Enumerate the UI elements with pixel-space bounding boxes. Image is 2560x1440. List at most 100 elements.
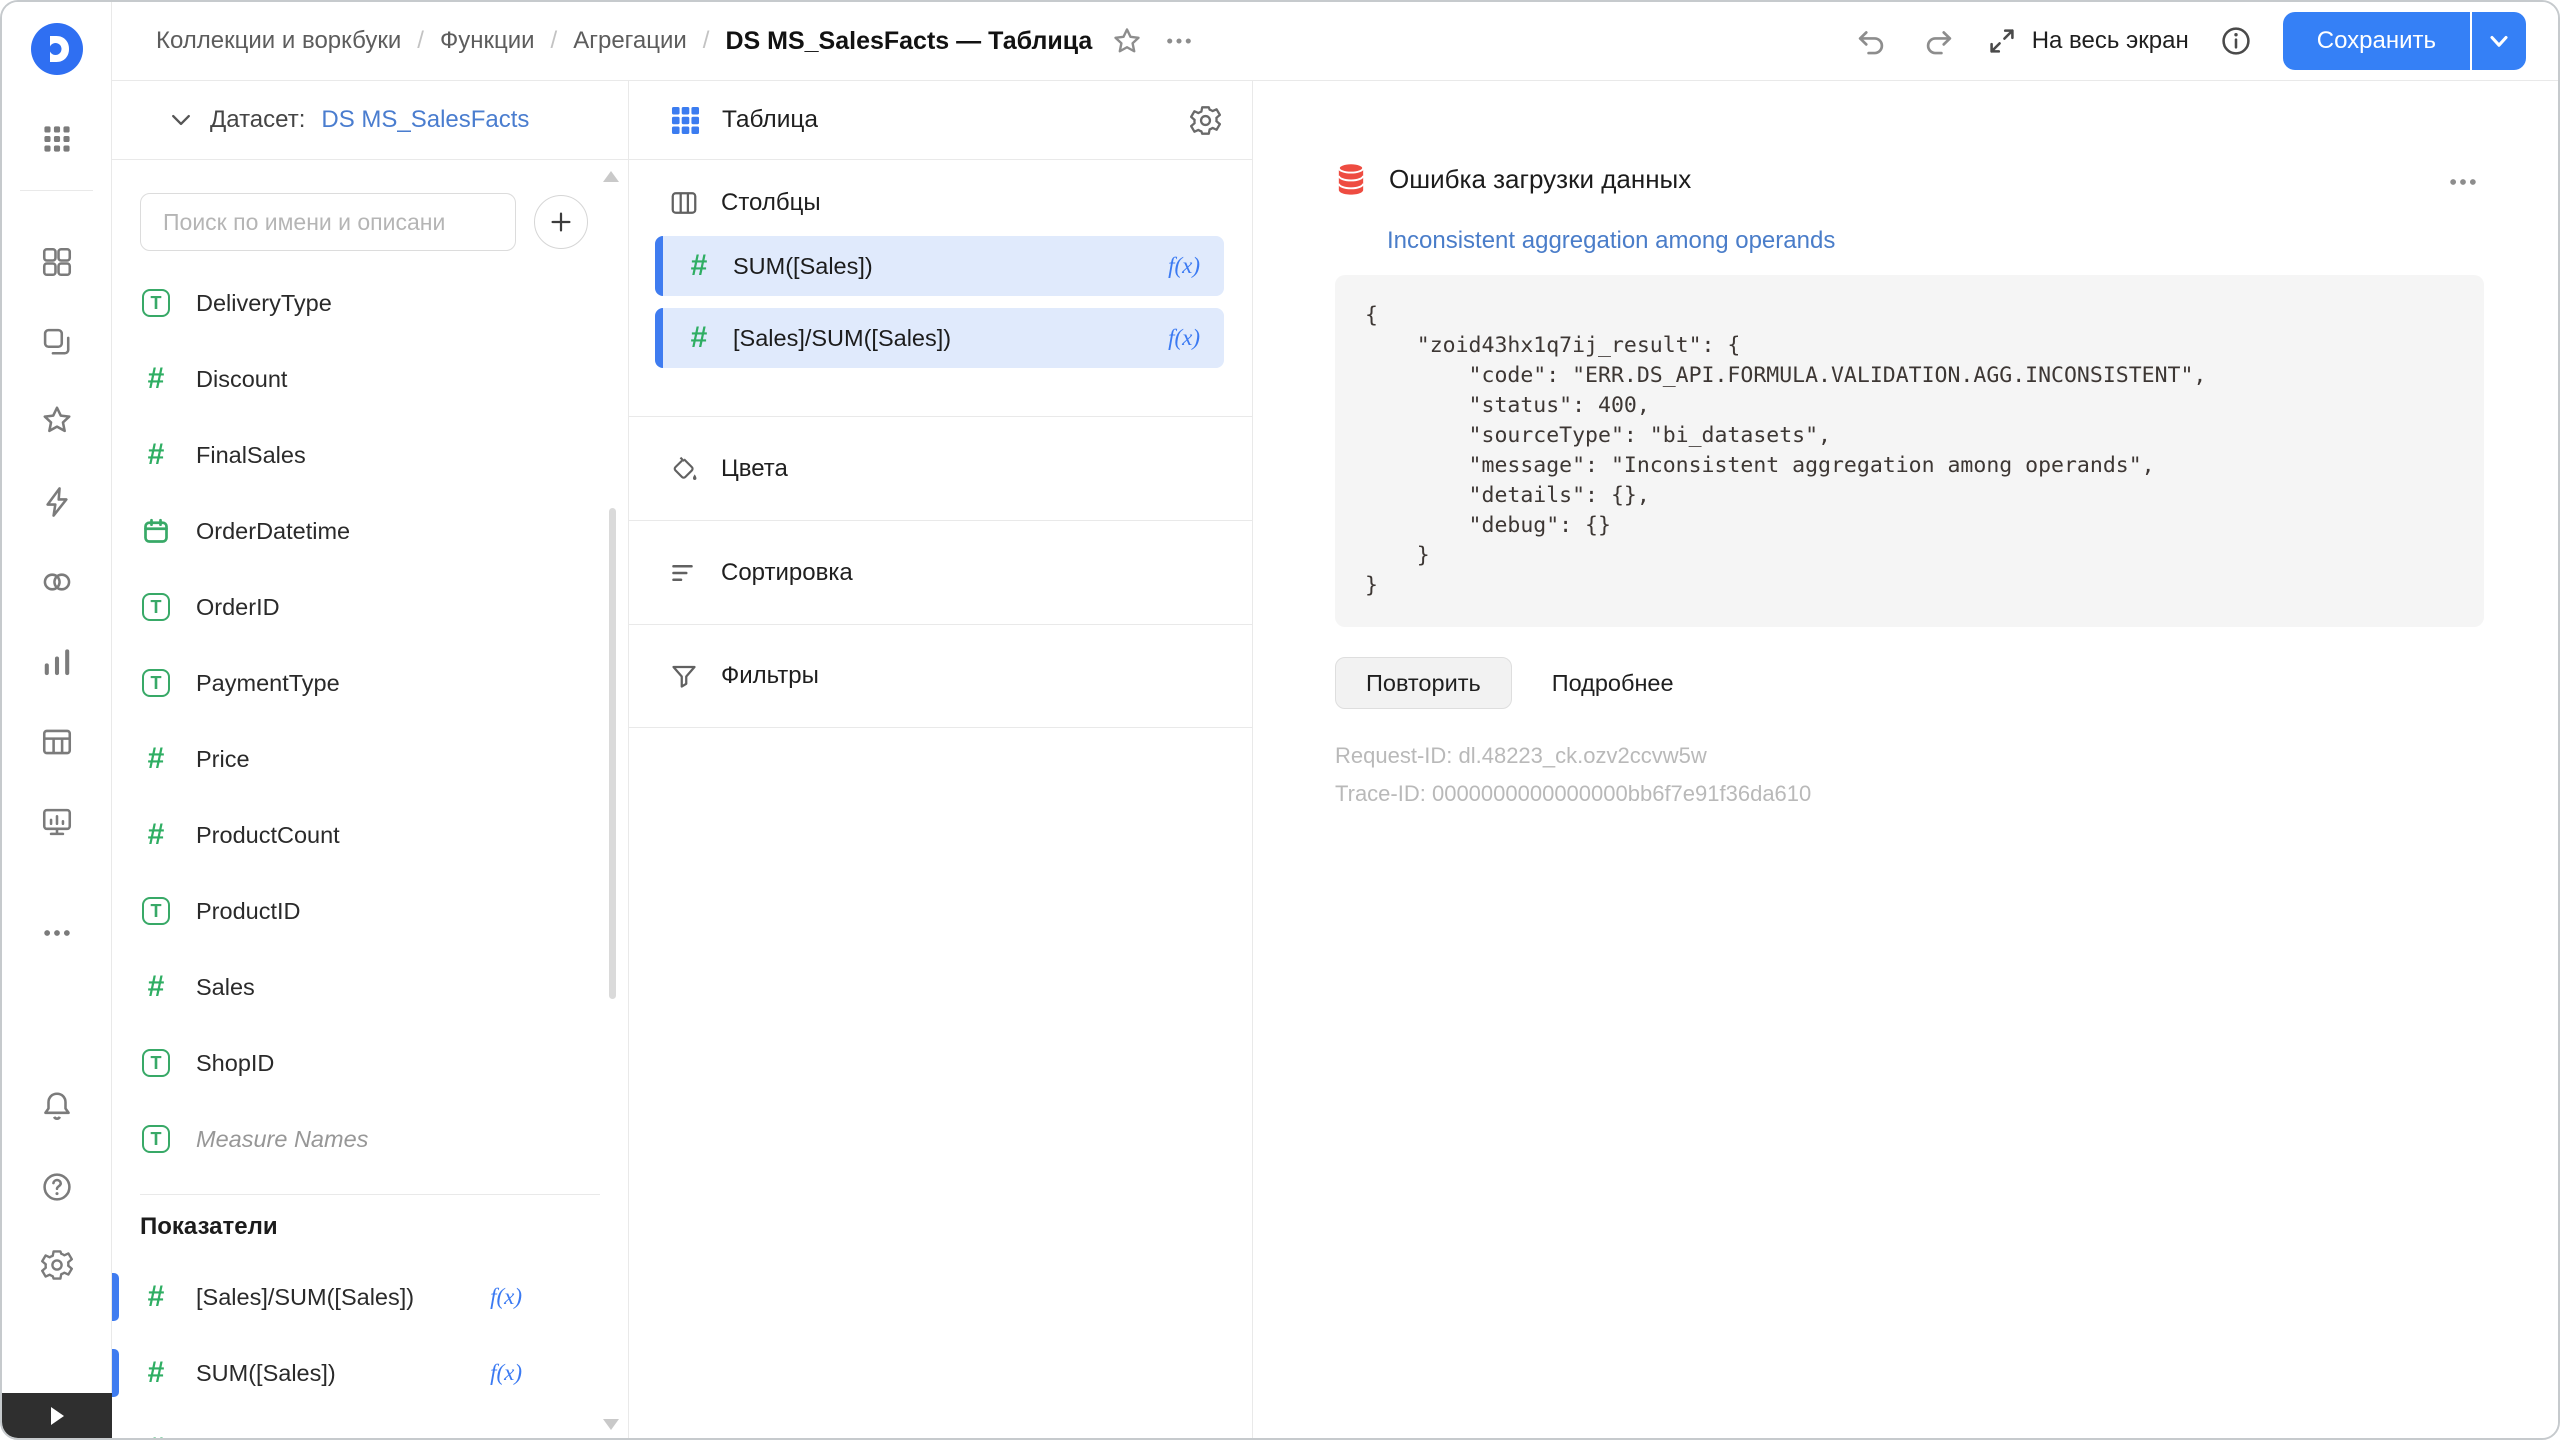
string-field-icon	[142, 1125, 170, 1153]
number-field-icon	[140, 363, 172, 395]
collapse-panel-button[interactable]	[2, 1393, 112, 1438]
filters-section-label: Фильтры	[721, 662, 819, 690]
field-name: DeliveryType	[196, 290, 332, 317]
add-field-button[interactable]	[534, 195, 588, 249]
columns-icon	[669, 188, 699, 218]
number-field-icon	[140, 1433, 172, 1438]
scrollbar-thumb[interactable]	[609, 508, 616, 999]
measures-section-title: Показатели	[112, 1195, 628, 1259]
breadcrumb-functions[interactable]: Функции	[440, 27, 535, 55]
number-field-icon	[140, 439, 172, 471]
sorting-section[interactable]: Сортировка	[629, 520, 1252, 624]
save-options-button[interactable]	[2472, 12, 2526, 70]
error-title: Ошибка загрузки данных	[1389, 164, 1691, 195]
undo-icon[interactable]	[1850, 20, 1892, 62]
measure-name: [Sales]/SUM([Sales])	[196, 1284, 414, 1311]
datalens-logo-icon[interactable]	[30, 22, 84, 76]
field-row[interactable]: DeliveryType	[112, 265, 628, 341]
column-pill[interactable]: [Sales]/SUM([Sales])	[655, 308, 1224, 368]
dashboards-icon[interactable]	[39, 244, 75, 280]
field-name: FinalSales	[196, 442, 306, 469]
details-button[interactable]: Подробнее	[1552, 670, 1674, 697]
measure-row[interactable]: [Sales]/SUM([Sales])	[112, 1259, 628, 1335]
search-input[interactable]	[140, 193, 516, 251]
measure-row-partial[interactable]	[112, 1411, 628, 1438]
scroll-down-arrow[interactable]	[603, 1419, 619, 1430]
field-row[interactable]: OrderID	[112, 569, 628, 645]
field-row[interactable]: OrderDatetime	[112, 493, 628, 569]
settings-gear-icon[interactable]	[39, 1247, 75, 1283]
field-name: ProductCount	[196, 822, 340, 849]
field-row[interactable]: PaymentType	[112, 645, 628, 721]
breadcrumb: Коллекции и воркбуки Функции Агрегации D…	[156, 27, 1092, 56]
visualization-header[interactable]: Таблица	[629, 81, 1252, 160]
field-row[interactable]: FinalSales	[112, 417, 628, 493]
number-field-icon	[140, 743, 172, 775]
number-field-icon	[140, 1357, 172, 1389]
number-field-icon	[140, 1281, 172, 1313]
formula-icon[interactable]	[1168, 253, 1200, 279]
redo-icon[interactable]	[1918, 20, 1960, 62]
apps-grid-icon[interactable]	[39, 121, 75, 157]
formula-icon[interactable]	[490, 1284, 522, 1310]
editor-monitor-icon[interactable]	[39, 804, 75, 840]
columns-section-header: Столбцы	[629, 160, 1252, 232]
chevron-down-icon[interactable]	[168, 107, 194, 133]
field-name: OrderDatetime	[196, 518, 350, 545]
fullscreen-button[interactable]: На весь экран	[1986, 25, 2189, 57]
measure-row[interactable]: SUM([Sales])	[112, 1335, 628, 1411]
field-name: Price	[196, 746, 250, 773]
relations-icon[interactable]	[39, 564, 75, 600]
favorites-star-icon[interactable]	[39, 402, 75, 438]
sorting-section-label: Сортировка	[721, 559, 853, 587]
breadcrumb-separator	[417, 27, 424, 55]
field-name: Sales	[196, 974, 255, 1001]
rail-divider	[20, 190, 93, 191]
datasets-table-icon[interactable]	[39, 724, 75, 760]
info-icon[interactable]	[2215, 20, 2257, 62]
formula-icon[interactable]	[1168, 325, 1200, 351]
retry-button[interactable]: Повторить	[1335, 657, 1512, 709]
connections-bolt-icon[interactable]	[39, 484, 75, 520]
column-pill-label: SUM([Sales])	[733, 253, 873, 280]
field-name: OrderID	[196, 594, 280, 621]
field-row[interactable]: ProductID	[112, 873, 628, 949]
help-icon[interactable]	[39, 1169, 75, 1205]
error-menu-icon[interactable]	[2442, 161, 2484, 203]
field-row[interactable]: ProductCount	[112, 797, 628, 873]
formula-icon[interactable]	[490, 1360, 522, 1386]
visualization-title: Таблица	[722, 106, 818, 134]
charts-icon[interactable]	[39, 644, 75, 680]
favorite-star-icon[interactable]	[1106, 20, 1148, 62]
breadcrumb-aggregations[interactable]: Агрегации	[573, 27, 687, 55]
field-row[interactable]: ShopID	[112, 1025, 628, 1101]
field-row-measure-names[interactable]: Measure Names	[112, 1101, 628, 1177]
dataset-label: Датасет:	[210, 106, 305, 134]
string-field-icon	[142, 593, 170, 621]
more-icon[interactable]	[39, 915, 75, 951]
colors-section[interactable]: Цвета	[629, 416, 1252, 520]
filters-section[interactable]: Фильтры	[629, 624, 1252, 728]
more-actions-icon[interactable]	[1158, 20, 1200, 62]
play-icon	[51, 1407, 64, 1425]
column-pill[interactable]: SUM([Sales])	[655, 236, 1224, 296]
settings-gear-icon[interactable]	[1189, 104, 1222, 137]
notifications-bell-icon[interactable]	[39, 1088, 75, 1124]
save-button[interactable]: Сохранить	[2283, 12, 2470, 70]
field-name: Measure Names	[196, 1126, 368, 1153]
dataset-name-link[interactable]: DS MS_SalesFacts	[321, 106, 529, 134]
field-name: ShopID	[196, 1050, 274, 1077]
app-window: Коллекции и воркбуки Функции Агрегации D…	[0, 0, 2560, 1440]
error-code-block: { "zoid43hx1q7ij_result": { "code": "ERR…	[1335, 275, 2484, 627]
collections-icon[interactable]	[39, 324, 75, 360]
breadcrumb-collections[interactable]: Коллекции и воркбуки	[156, 27, 401, 55]
number-field-icon	[140, 971, 172, 1003]
scroll-up-arrow[interactable]	[603, 171, 619, 182]
field-row[interactable]: Sales	[112, 949, 628, 1025]
field-row[interactable]: Price	[112, 721, 628, 797]
field-row[interactable]: Discount	[112, 341, 628, 417]
filters-funnel-icon	[669, 661, 699, 691]
string-field-icon	[142, 289, 170, 317]
error-details-link[interactable]: Inconsistent aggregation among operands	[1387, 227, 1835, 255]
preview-area: Ошибка загрузки данных Inconsistent aggr…	[1253, 81, 2558, 1438]
